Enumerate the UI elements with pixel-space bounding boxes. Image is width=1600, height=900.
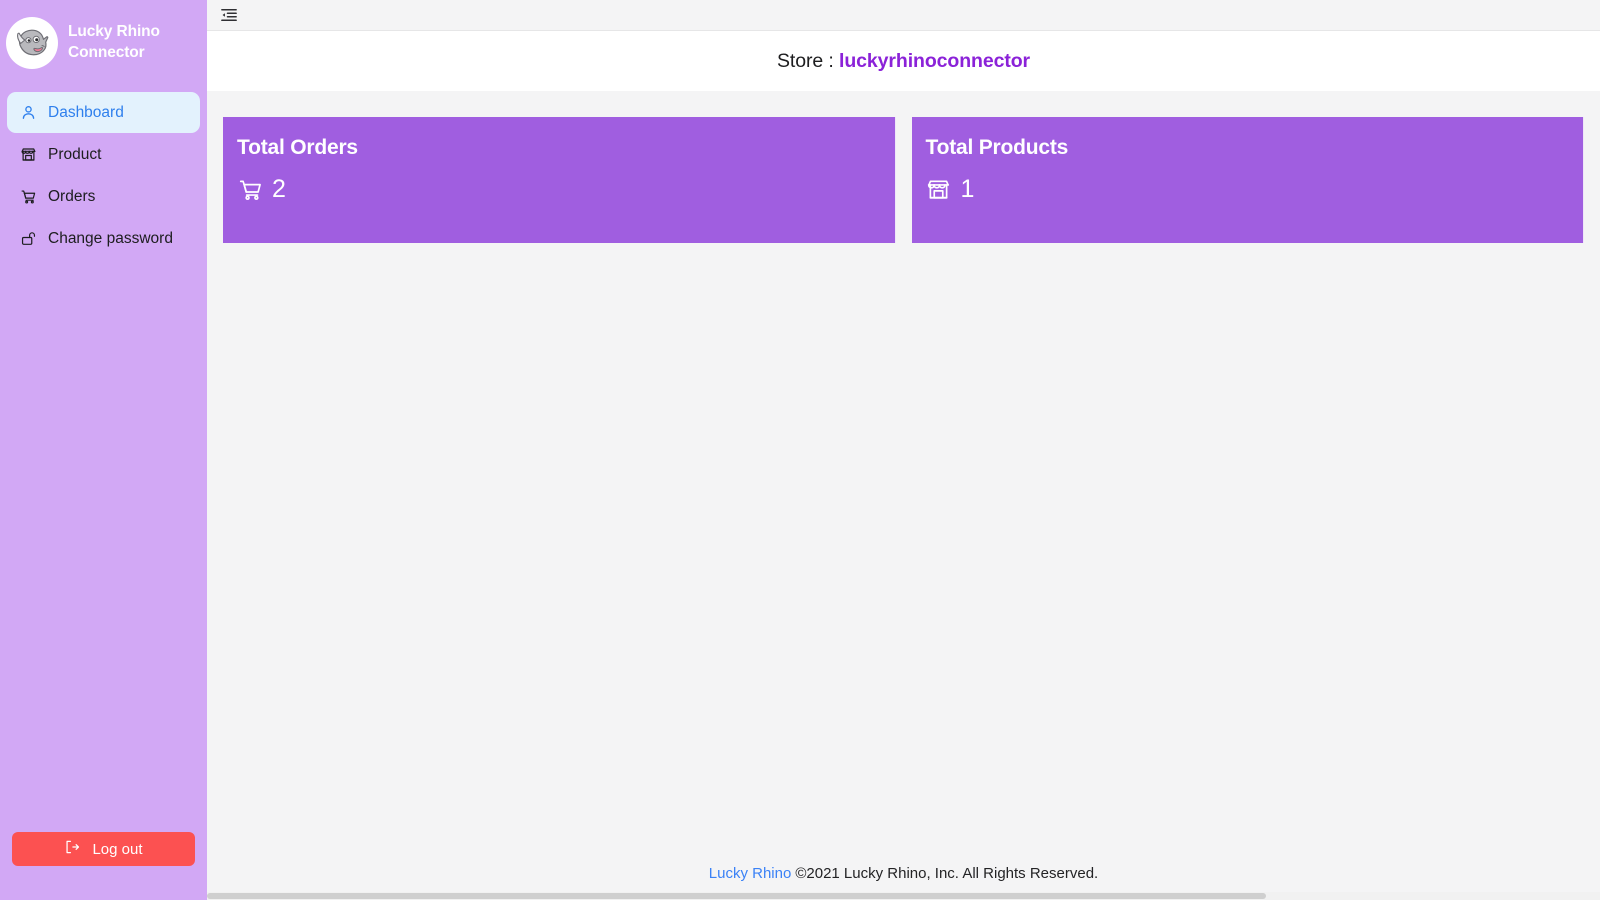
store-banner: Store : luckyrhinoconnector xyxy=(207,31,1600,91)
horizontal-scrollbar[interactable] xyxy=(207,892,1600,900)
sidebar-item-label: Product xyxy=(48,145,102,163)
stat-card-value: 1 xyxy=(960,174,975,203)
logout-container: Log out xyxy=(0,832,207,900)
brand-name: Lucky Rhino Connector xyxy=(68,22,160,63)
dashboard-content: Total Orders 2 Total Products 1 xyxy=(207,91,1600,853)
logout-label: Log out xyxy=(92,840,143,858)
sidebar-item-product[interactable]: Product xyxy=(7,134,200,175)
horizontal-scrollbar-thumb[interactable] xyxy=(207,893,1266,899)
stat-card-total-products[interactable]: Total Products 1 xyxy=(911,117,1584,243)
storefront-icon xyxy=(19,146,37,164)
sidebar-item-label: Orders xyxy=(48,187,96,205)
stat-card-list: Total Orders 2 Total Products 1 xyxy=(223,117,1584,243)
brand[interactable]: Lucky Rhino Connector xyxy=(0,0,207,78)
main-area: Store : luckyrhinoconnector Total Orders xyxy=(207,0,1600,900)
unlock-padlock-icon xyxy=(19,230,37,248)
dashboard-app: Lucky Rhino Connector Dashboard Product … xyxy=(0,0,1600,900)
rhino-logo-icon xyxy=(6,17,58,69)
stat-card-total-orders[interactable]: Total Orders 2 xyxy=(223,117,896,243)
stat-card-value-row: 2 xyxy=(237,176,881,202)
footer-copyright: ©2021 Lucky Rhino, Inc. All Rights Reser… xyxy=(795,865,1099,882)
sidebar: Lucky Rhino Connector Dashboard Product … xyxy=(0,0,207,900)
logout-button[interactable]: Log out xyxy=(12,832,195,866)
shopping-cart-icon xyxy=(19,188,37,206)
topbar xyxy=(207,0,1600,31)
sidebar-item-dashboard[interactable]: Dashboard xyxy=(7,92,200,133)
store-name: luckyrhinoconnector xyxy=(839,49,1031,72)
stat-card-value-row: 1 xyxy=(926,176,1570,202)
store-title-prefix: Store : xyxy=(776,49,834,72)
storefront-icon xyxy=(926,176,952,202)
brand-name-line1: Lucky Rhino xyxy=(68,23,160,41)
sidebar-item-change-password[interactable]: Change password xyxy=(7,218,200,259)
menu-collapse-icon[interactable] xyxy=(218,4,240,26)
sidebar-item-label: Dashboard xyxy=(48,103,124,121)
logout-icon xyxy=(64,839,80,859)
stat-card-title: Total Products xyxy=(925,136,1069,159)
stat-card-value: 2 xyxy=(272,174,286,203)
store-title: Store : luckyrhinoconnector xyxy=(777,50,1030,73)
sidebar-item-orders[interactable]: Orders xyxy=(7,176,200,217)
brand-name-line2: Connector xyxy=(68,44,145,61)
shopping-cart-icon xyxy=(237,176,263,202)
sidebar-item-label: Change password xyxy=(48,229,173,247)
sidebar-nav: Dashboard Product Orders Change password xyxy=(0,92,207,260)
footer-link-lucky-rhino[interactable]: Lucky Rhino xyxy=(709,865,792,882)
stat-card-title: Total Orders xyxy=(237,136,358,159)
user-icon xyxy=(19,104,37,122)
